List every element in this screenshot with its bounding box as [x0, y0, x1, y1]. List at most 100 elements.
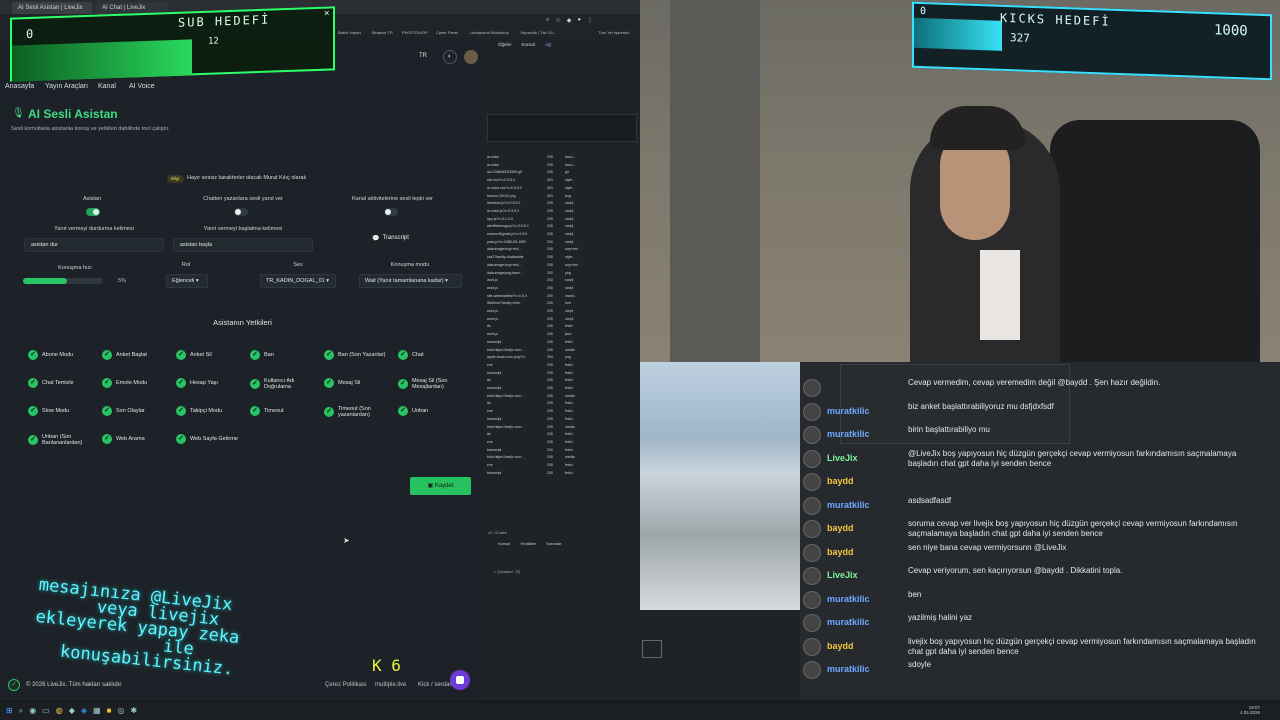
checkbox-icon[interactable]: ✓: [102, 350, 112, 360]
network-row[interactable]: blob:https://livejix.com... 200 media: [487, 394, 637, 401]
checkbox-icon[interactable]: ✓: [398, 379, 408, 389]
app-icon[interactable]: ▦: [93, 706, 101, 716]
role-select[interactable]: Eğlenceli ▾: [166, 274, 208, 288]
permission-item[interactable]: ✓ Web Sayfa Getirme: [176, 434, 244, 444]
network-row[interactable]: data:image/png;base... 200 png: [487, 271, 637, 278]
checkbox-icon[interactable]: ✓: [28, 350, 38, 360]
checkbox-icon[interactable]: ✓: [176, 350, 186, 360]
nav-channel[interactable]: Kanal: [98, 83, 116, 90]
devtools-tab[interactable]: Ağ: [545, 42, 551, 47]
permission-item[interactable]: ✓ Timeout (Son yazanlardan): [324, 406, 392, 418]
network-row[interactable]: pubs.js?v=2988-5f1-8f99 200 script: [487, 240, 637, 247]
chat-username[interactable]: muratkilic: [827, 429, 870, 439]
network-row[interactable]: sessionSignals.js?v=0.5.5 200 script: [487, 232, 637, 239]
footer-link[interactable]: mutliple.live: [375, 682, 406, 688]
network-row[interactable]: eve 200 fetch: [487, 363, 637, 370]
console-tab[interactable]: Sorunlar: [546, 541, 561, 546]
network-row[interactable]: eve 200 fetch: [487, 409, 637, 416]
start-word-input[interactable]: asistan başla: [173, 238, 313, 252]
console-tab[interactable]: Yenilikler: [520, 541, 536, 546]
network-row[interactable]: work.js 200 script: [487, 317, 637, 324]
network-row[interactable]: transcript 200 fetch: [487, 448, 637, 455]
checkbox-icon[interactable]: ✓: [176, 378, 186, 388]
code-editor-icon[interactable]: ◈: [81, 706, 87, 716]
network-row[interactable]: livestock.js?v=0.5.5.0 200 script: [487, 201, 637, 208]
footer-link[interactable]: Çerez Politikası: [325, 682, 367, 688]
save-button[interactable]: ▣ Kaydet: [410, 477, 471, 495]
checkbox-icon[interactable]: ✓: [398, 406, 408, 416]
checkbox-icon[interactable]: ✓: [250, 350, 260, 360]
permission-item[interactable]: ✓ Son Olaylar: [102, 406, 170, 416]
permission-item[interactable]: ✓ Hesap Yaşı: [176, 378, 244, 388]
permission-item[interactable]: ✓ Anket Başlat: [102, 350, 170, 360]
network-row[interactable]: blob:https://livejix.com... 200 media: [487, 348, 637, 355]
app-icon[interactable]: ◆: [69, 706, 75, 716]
network-row[interactable]: ai-voice.css?v=0.5.5.0 304 style...: [487, 186, 637, 193]
avatar[interactable]: [464, 50, 478, 64]
permission-item[interactable]: ✓ Slow Modu: [28, 406, 96, 416]
network-row[interactable]: site-webmanifest?v=0.5.5 200 manif...: [487, 294, 637, 301]
network-row[interactable]: work.js 200 json: [487, 332, 637, 339]
network-row[interactable]: transcript 200 fetch: [487, 340, 637, 347]
bookmark-item[interactable]: Yayıncılık | Twi Gö...: [520, 30, 556, 35]
browser-tab-ai-sesli-asistan[interactable]: AI Sesli Asistan | LiveJix: [12, 2, 92, 14]
app-icon[interactable]: ◎: [117, 706, 124, 716]
checkbox-icon[interactable]: ✓: [324, 378, 334, 388]
permission-item[interactable]: ✓ Anket Sil: [176, 350, 244, 360]
chat-widget-button[interactable]: [450, 670, 470, 690]
permission-item[interactable]: ✓ Abone Modu: [28, 350, 96, 360]
voice-select[interactable]: TR_KADIN_DOGAL_01 ▾: [260, 274, 336, 288]
chat-username[interactable]: muratkilic: [827, 617, 870, 627]
mode-select[interactable]: Wait (Yanıt tamamlanana kadar) ▾: [359, 274, 462, 288]
browser-icon[interactable]: ◉: [29, 706, 36, 716]
network-row[interactable]: Webfont?family=Inter 200 font: [487, 301, 637, 308]
windows-start-icon[interactable]: ⊞: [6, 706, 13, 716]
checkbox-icon[interactable]: ✓: [102, 434, 112, 444]
chat-username[interactable]: baydd: [827, 547, 854, 557]
console-tab[interactable]: Konsol: [498, 541, 510, 546]
bookmark-item[interactable]: PHOTOSHOP: [402, 30, 428, 35]
chat-username[interactable]: muratkilic: [827, 500, 870, 510]
network-row[interactable]: tts 200 fetch: [487, 401, 637, 408]
checkbox-icon[interactable]: ✓: [28, 406, 38, 416]
search-icon[interactable]: ⌕: [546, 17, 549, 25]
network-row[interactable]: data:image/svg+xml;... 200 svg+xml: [487, 263, 637, 270]
chat-username[interactable]: baydd: [827, 476, 854, 486]
stop-word-input[interactable]: asistan dur: [24, 238, 164, 252]
network-row[interactable]: alertWarnings.js?v=0.5.5.0 200 script: [487, 224, 637, 231]
speed-slider[interactable]: [23, 278, 103, 284]
permission-item[interactable]: ✓ Unban: [398, 406, 466, 416]
transcript-button[interactable]: 💬 Transcript: [372, 235, 409, 242]
chat-username[interactable]: baydd: [827, 523, 854, 533]
network-row[interactable]: transcript 200 fetch: [487, 371, 637, 378]
chat-voice-toggle[interactable]: [234, 208, 248, 216]
checkbox-icon[interactable]: ✓: [176, 434, 186, 444]
folder-icon[interactable]: ▭: [42, 706, 50, 716]
checkbox-icon[interactable]: ✓: [324, 407, 334, 417]
star-icon[interactable]: ☆: [555, 17, 560, 25]
checkbox-icon[interactable]: ✓: [102, 406, 112, 416]
permission-item[interactable]: ✓ Ban: [250, 350, 318, 360]
channel-activity-toggle[interactable]: [384, 208, 398, 216]
nav-home[interactable]: Anasayfa: [5, 83, 34, 90]
network-row[interactable]: blob:https://livejix.com... 200 media: [487, 455, 637, 462]
network-row[interactable]: eve 200 fetch: [487, 463, 637, 470]
bookmark-item[interactable]: Batch Import: [338, 30, 361, 35]
network-row[interactable]: blob:https://livejix.com... 200 media: [487, 425, 637, 432]
nav-ai-voice[interactable]: AI Voice: [129, 83, 155, 90]
network-row[interactable]: work.js 200 script: [487, 286, 637, 293]
network-row[interactable]: favicon-32x32.png 304 png: [487, 194, 637, 201]
permission-item[interactable]: ✓ Chat: [398, 350, 466, 360]
assistant-toggle[interactable]: [86, 208, 100, 216]
checkbox-icon[interactable]: ✓: [102, 378, 112, 388]
permission-item[interactable]: ✓ Timeout: [250, 406, 318, 416]
network-row[interactable]: data:image/svg+xml;... 200 svg+xml: [487, 247, 637, 254]
network-row[interactable]: ad-12k6000024590.gif 200 gif: [487, 170, 637, 177]
network-row[interactable]: work.js 200 script: [487, 278, 637, 285]
network-row[interactable]: app.js?v=0.2.3.0 200 script: [487, 217, 637, 224]
chat-username[interactable]: muratkilic: [827, 594, 870, 604]
checkbox-icon[interactable]: ✓: [28, 378, 38, 388]
network-row[interactable]: apple-touch-icon.png?v1 304 png: [487, 355, 637, 362]
app-icon[interactable]: ✱: [130, 706, 137, 716]
network-row[interactable]: tts 200 fetch: [487, 378, 637, 385]
